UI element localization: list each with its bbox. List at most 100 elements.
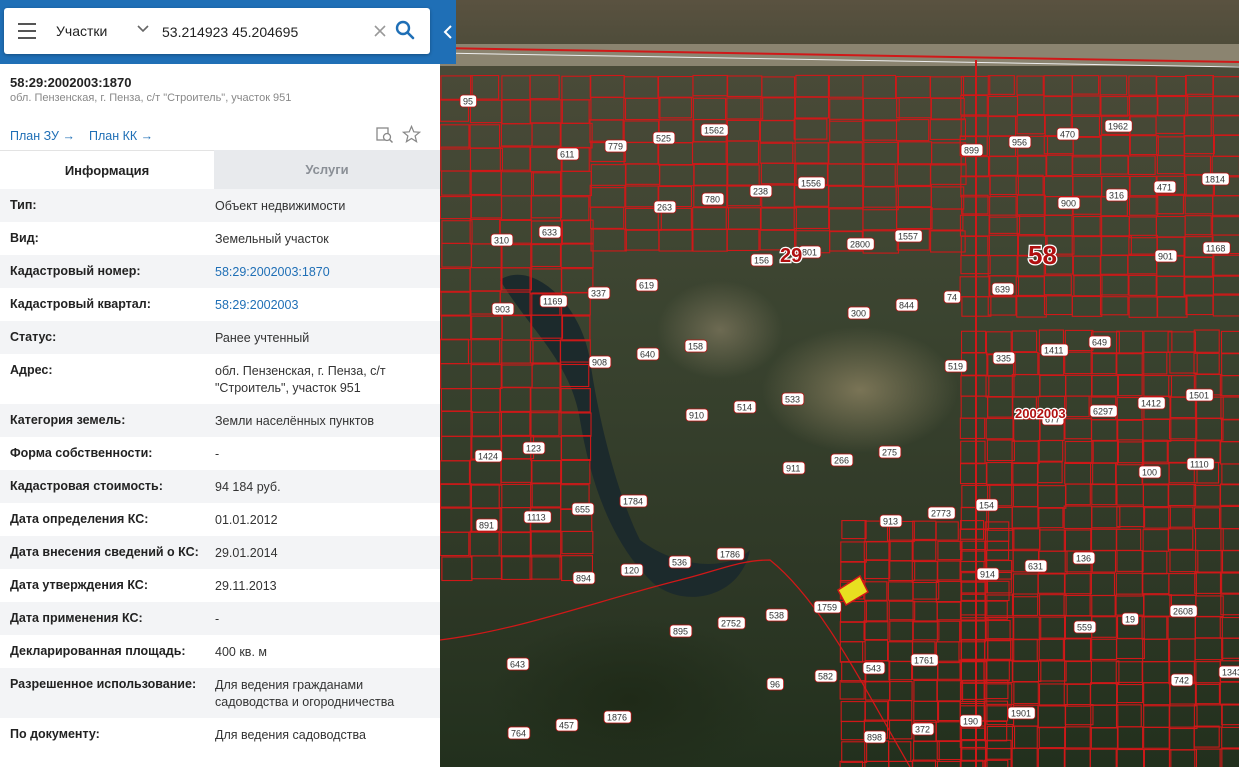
parcel-boundary[interactable] [561, 219, 594, 245]
parcel-boundary[interactable] [1116, 418, 1144, 441]
parcel-boundary[interactable] [1090, 528, 1118, 551]
parcel-boundary[interactable] [913, 740, 940, 762]
parcel-boundary[interactable] [1011, 725, 1038, 749]
parcel-boundary[interactable] [929, 76, 965, 99]
parcel-boundary[interactable] [1091, 506, 1121, 529]
parcel-boundary[interactable] [887, 581, 914, 601]
plot-label[interactable]: 764 [507, 726, 531, 740]
parcel-boundary[interactable] [912, 620, 940, 641]
parcel-boundary[interactable] [959, 417, 986, 439]
plot-label[interactable]: 1562 [700, 123, 729, 137]
parcel-boundary[interactable] [862, 186, 899, 211]
parcel-boundary[interactable] [501, 99, 531, 125]
parcel-boundary[interactable] [960, 620, 987, 643]
parcel-boundary[interactable] [471, 315, 503, 340]
plot-label[interactable]: 2608 [1169, 604, 1198, 618]
parcel-boundary[interactable] [470, 388, 501, 413]
parcel-boundary[interactable] [896, 163, 931, 188]
parcel-boundary[interactable] [987, 115, 1017, 137]
parcel-boundary[interactable] [911, 560, 939, 583]
parcel-boundary[interactable] [590, 96, 625, 121]
parcel-boundary[interactable] [983, 759, 1009, 767]
parcel-boundary[interactable] [1064, 351, 1093, 375]
parcel-boundary[interactable] [1143, 704, 1171, 728]
plot-label[interactable]: 1784 [619, 494, 648, 508]
plot-label[interactable]: 471 [1153, 180, 1177, 194]
parcel-boundary[interactable] [1169, 726, 1195, 751]
parcel-boundary[interactable] [1063, 505, 1093, 530]
parcel-boundary[interactable] [864, 760, 890, 767]
parcel-boundary[interactable] [840, 541, 867, 563]
plot-label[interactable]: 514 [733, 400, 757, 414]
parcel-boundary[interactable] [986, 527, 1015, 551]
parcel-boundary[interactable] [589, 119, 624, 144]
plan-kk-link[interactable]: План КК → [89, 129, 153, 143]
plot-label[interactable]: 156 [750, 253, 774, 267]
parcel-boundary[interactable] [1212, 294, 1239, 317]
parcel-boundary[interactable] [960, 639, 986, 660]
plot-label[interactable]: 910 [685, 408, 709, 422]
plot-label[interactable]: 536 [668, 555, 692, 569]
parcel-boundary[interactable] [935, 721, 962, 743]
parcel-boundary[interactable] [827, 142, 863, 165]
parcel-boundary[interactable] [985, 462, 1013, 486]
plot-label[interactable]: 74 [943, 290, 962, 304]
parcel-boundary[interactable] [530, 482, 562, 508]
parcel-boundary[interactable] [1155, 194, 1184, 215]
parcel-boundary[interactable] [1193, 329, 1220, 353]
parcel-boundary[interactable] [1115, 593, 1145, 616]
parcel-boundary[interactable] [441, 242, 472, 268]
parcel-boundary[interactable] [590, 206, 625, 229]
plot-label[interactable]: 631 [1024, 559, 1048, 573]
plot-label[interactable]: 1786 [716, 547, 745, 561]
parcel-boundary[interactable] [935, 641, 960, 664]
parcel-boundary[interactable] [440, 363, 472, 390]
plot-label[interactable]: 913 [879, 514, 903, 528]
star-icon[interactable] [402, 125, 421, 144]
parcel-boundary[interactable] [1194, 637, 1224, 661]
plot-label[interactable]: 1557 [894, 229, 923, 243]
parcel-boundary[interactable] [912, 601, 938, 623]
parcel-boundary[interactable] [1099, 215, 1130, 238]
parcel-boundary[interactable] [1193, 484, 1221, 507]
parcel-boundary[interactable] [1090, 353, 1118, 375]
plot-label[interactable]: 582 [814, 669, 838, 683]
parcel-boundary[interactable] [1168, 705, 1198, 730]
parcel-boundary[interactable] [531, 460, 562, 485]
parcel-boundary[interactable] [440, 267, 471, 293]
parcel-boundary[interactable] [959, 725, 987, 748]
plot-label[interactable]: 1424 [474, 449, 503, 463]
parcel-boundary[interactable] [624, 229, 660, 251]
parcel-boundary[interactable] [1099, 96, 1129, 117]
parcel-boundary[interactable] [1091, 638, 1118, 661]
parcel-boundary[interactable] [1099, 296, 1129, 316]
parcel-boundary[interactable] [794, 96, 830, 119]
parcel-boundary[interactable] [726, 228, 760, 252]
parcel-boundary[interactable] [1128, 155, 1156, 176]
parcel-boundary[interactable] [1193, 352, 1220, 375]
parcel-boundary[interactable] [936, 740, 962, 761]
parcel-boundary[interactable] [913, 679, 938, 702]
parcel-boundary[interactable] [936, 620, 961, 643]
parcel-boundary[interactable] [1116, 441, 1145, 466]
parcel-boundary[interactable] [1128, 216, 1157, 239]
parcel-boundary[interactable] [1116, 681, 1144, 704]
parcel-boundary[interactable] [1142, 484, 1169, 509]
close-icon[interactable] [372, 23, 388, 39]
plot-label[interactable]: 899 [960, 143, 984, 157]
parcel-boundary[interactable] [440, 388, 472, 412]
parcel-boundary[interactable] [1212, 76, 1239, 97]
parcel-boundary[interactable] [1212, 114, 1239, 136]
parcel-boundary[interactable] [1039, 374, 1067, 397]
plot-label[interactable]: 911 [782, 461, 806, 475]
parcel-boundary[interactable] [840, 720, 866, 741]
parcel-boundary[interactable] [1168, 749, 1198, 767]
parcel-boundary[interactable] [961, 580, 986, 601]
parcel-boundary[interactable] [930, 97, 965, 121]
parcel-boundary[interactable] [529, 554, 561, 580]
parcel-boundary[interactable] [1089, 595, 1116, 617]
parcel-boundary[interactable] [1011, 373, 1041, 398]
parcel-boundary[interactable] [1012, 462, 1039, 486]
parcel-boundary[interactable] [1157, 295, 1188, 318]
parcel-boundary[interactable] [1212, 274, 1239, 295]
